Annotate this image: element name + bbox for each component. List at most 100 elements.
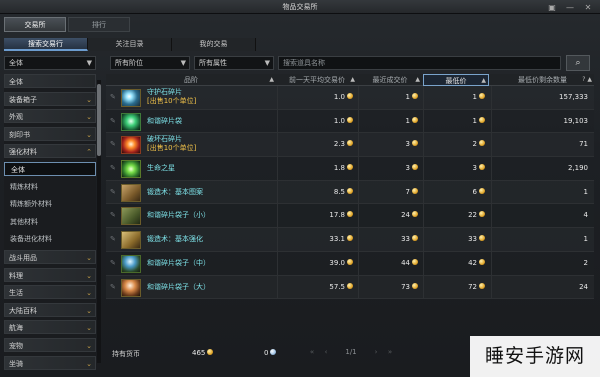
favorite-icon[interactable]: ✎ [110, 259, 118, 267]
cell-avg: 1.0 [334, 110, 353, 133]
table-row[interactable]: ✎ 和谐碎片袋子（小） 17.8 24 22 4 [106, 204, 594, 229]
scroll-thumb[interactable] [97, 84, 101, 156]
table-row[interactable]: ✎ 破坏石碎片 [出售10个单位] 2.3 3 2 71 [106, 133, 594, 158]
last-page-icon[interactable]: » [384, 348, 396, 356]
gold-coin-icon [479, 211, 485, 218]
sidebar-category[interactable]: 航海 ⌄ [4, 320, 96, 335]
destruction-stone-shard-icon [121, 136, 141, 155]
favorite-icon[interactable]: ✎ [110, 235, 118, 243]
close-icon[interactable]: ✕ [582, 3, 594, 12]
cell-qty: 2 [584, 252, 588, 275]
chevron-down-icon: ▼ [180, 59, 186, 67]
sidebar-category[interactable]: 外观 ⌄ [4, 109, 96, 124]
search-button[interactable]: ⌕ [566, 55, 590, 71]
gold-coin-icon [479, 258, 485, 265]
first-page-icon[interactable]: « [306, 348, 318, 356]
table-row[interactable]: ✎ 锻造术：基本图案 8.5 7 6 1 [106, 180, 594, 205]
col-avg-price[interactable]: 前一天平均交易价 ▲ [277, 74, 357, 86]
table-row[interactable]: ✎ 和谐碎片袋子（中） 39.0 44 42 2 [106, 251, 594, 276]
sidebar-category[interactable]: 坐骑 ⌄ [4, 355, 96, 370]
sidebar-subitem[interactable]: 精炼材料 [4, 180, 96, 194]
gold-coin-icon [347, 211, 353, 218]
table-row[interactable]: ✎ 生命之星 1.8 3 3 2,190 [106, 157, 594, 181]
column-divider [358, 204, 359, 228]
search-input[interactable]: 搜索道具名称 [278, 56, 561, 70]
column-divider [423, 251, 424, 275]
gold-coin-icon [347, 235, 353, 242]
favorite-icon[interactable]: ✎ [110, 283, 118, 291]
sidebar-category[interactable]: 装备箱子 ⌄ [4, 91, 96, 106]
cell-value: 2 [472, 140, 477, 149]
cell-value: 57.5 [329, 282, 345, 291]
cell-value: 33.1 [329, 235, 345, 244]
prev-page-icon[interactable]: ‹ [320, 348, 332, 356]
cell-value: 19,103 [563, 116, 589, 125]
gold-coin-icon [479, 116, 485, 123]
col-recent-price[interactable]: 最近成交价 ▲ [358, 74, 422, 86]
col-lowest-price[interactable]: 最低价 ▲ [423, 74, 489, 86]
sidebar-category[interactable]: 战斗用品 ⌄ [4, 249, 96, 264]
cell-value: 1 [405, 93, 410, 101]
col-grade[interactable]: 品阶 ▲ [106, 74, 276, 86]
table-row[interactable]: ✎ 锻造术：基本强化 33.1 33 33 1 [106, 228, 594, 252]
column-divider [277, 157, 278, 181]
sidebar-item-label: 料理 [9, 271, 23, 280]
col-lowest-qty[interactable]: 最低价剩余数量? ▲ [491, 74, 594, 86]
cell-value: 1 [583, 235, 588, 244]
category-value: 全体 [9, 59, 23, 67]
favorite-icon[interactable]: ✎ [110, 117, 118, 125]
tab-watchlist[interactable]: 关注目录 [88, 38, 172, 51]
minimize-icon[interactable]: — [564, 3, 576, 12]
sidebar-subitem[interactable]: 其他材料 [4, 215, 96, 229]
sidebar-subitem[interactable]: 精炼额外材料 [4, 197, 96, 211]
tab-exchange[interactable]: 交易所 [4, 17, 66, 32]
tab-search-market[interactable]: 搜索交易行 [4, 38, 88, 51]
column-divider [491, 251, 492, 275]
cell-qty: 1 [584, 181, 588, 204]
table-body: ✎ 守护石碎片 [出售10个单位] 1.0 1 1 157,333 ✎ 和谐碎片袋 1.0 1 1 19… [106, 86, 594, 300]
gold-coin-icon [412, 116, 418, 123]
next-page-icon[interactable]: › [370, 348, 382, 356]
gold-coin-icon [479, 93, 485, 99]
tab-ranking[interactable]: 排行 [68, 17, 130, 32]
chevron-icon: ⌄ [86, 253, 92, 262]
tab-my-trades[interactable]: 我的交易 [172, 38, 256, 51]
sidebar-category[interactable]: 刻印书 ⌄ [4, 126, 96, 141]
sidebar-category[interactable]: 全体 [4, 74, 96, 88]
favorite-icon[interactable]: ✎ [110, 211, 118, 219]
grade-dropdown[interactable]: 所有阶位 ▼ [110, 56, 190, 70]
sidebar-category[interactable]: 料理 ⌄ [4, 267, 96, 282]
sidebar-scrollbar[interactable] [97, 80, 101, 363]
table-row[interactable]: ✎ 守护石碎片 [出售10个单位] 1.0 1 1 157,333 [106, 86, 594, 110]
harmony-pouch-medium-icon [121, 254, 141, 273]
cell-recent: 7 [406, 181, 418, 204]
cell-recent: 3 [406, 157, 418, 180]
table-row[interactable]: ✎ 和谐碎片袋 1.0 1 1 19,103 [106, 109, 594, 134]
sub-tabs: 搜索交易行 关注目录 我的交易 [4, 38, 256, 51]
cell-value: 42 [468, 258, 477, 267]
sidebar-category[interactable]: 强化材料 ⌃ [4, 144, 96, 159]
sidebar-category[interactable]: 宠物 ⌄ [4, 337, 96, 352]
sidebar-category[interactable]: 生活 ⌄ [4, 285, 96, 300]
sidebar-item-label: 刻印书 [9, 130, 30, 139]
cell-avg: 2.3 [334, 133, 353, 156]
cell-avg: 1.0 [334, 86, 353, 109]
favorite-icon[interactable]: ✎ [110, 140, 118, 148]
cell-value: 2,190 [567, 164, 588, 173]
column-divider [277, 204, 278, 228]
sidebar-category[interactable]: 大陆百科 ⌄ [4, 302, 96, 317]
type-dropdown[interactable]: 所有属性 ▼ [194, 56, 274, 70]
gold-coin-icon [479, 187, 485, 194]
cell-avg: 33.1 [329, 228, 353, 251]
table-row[interactable]: ✎ 和谐碎片袋子（大） 57.5 73 72 24 [106, 275, 594, 300]
sort-icon: ? ▲ [582, 76, 592, 83]
category-dropdown[interactable]: 全体 ▼ [4, 56, 96, 70]
window-icon[interactable]: ▣ [546, 3, 558, 12]
sidebar-subitem[interactable]: 装备进化材料 [4, 232, 96, 246]
gold-coin-icon [412, 258, 418, 265]
sidebar-subitem[interactable]: 全体 [4, 161, 96, 176]
favorite-icon[interactable]: ✎ [110, 188, 118, 196]
favorite-icon[interactable]: ✎ [110, 93, 118, 101]
sidebar-item-label: 坐骑 [9, 359, 23, 368]
favorite-icon[interactable]: ✎ [110, 164, 118, 172]
